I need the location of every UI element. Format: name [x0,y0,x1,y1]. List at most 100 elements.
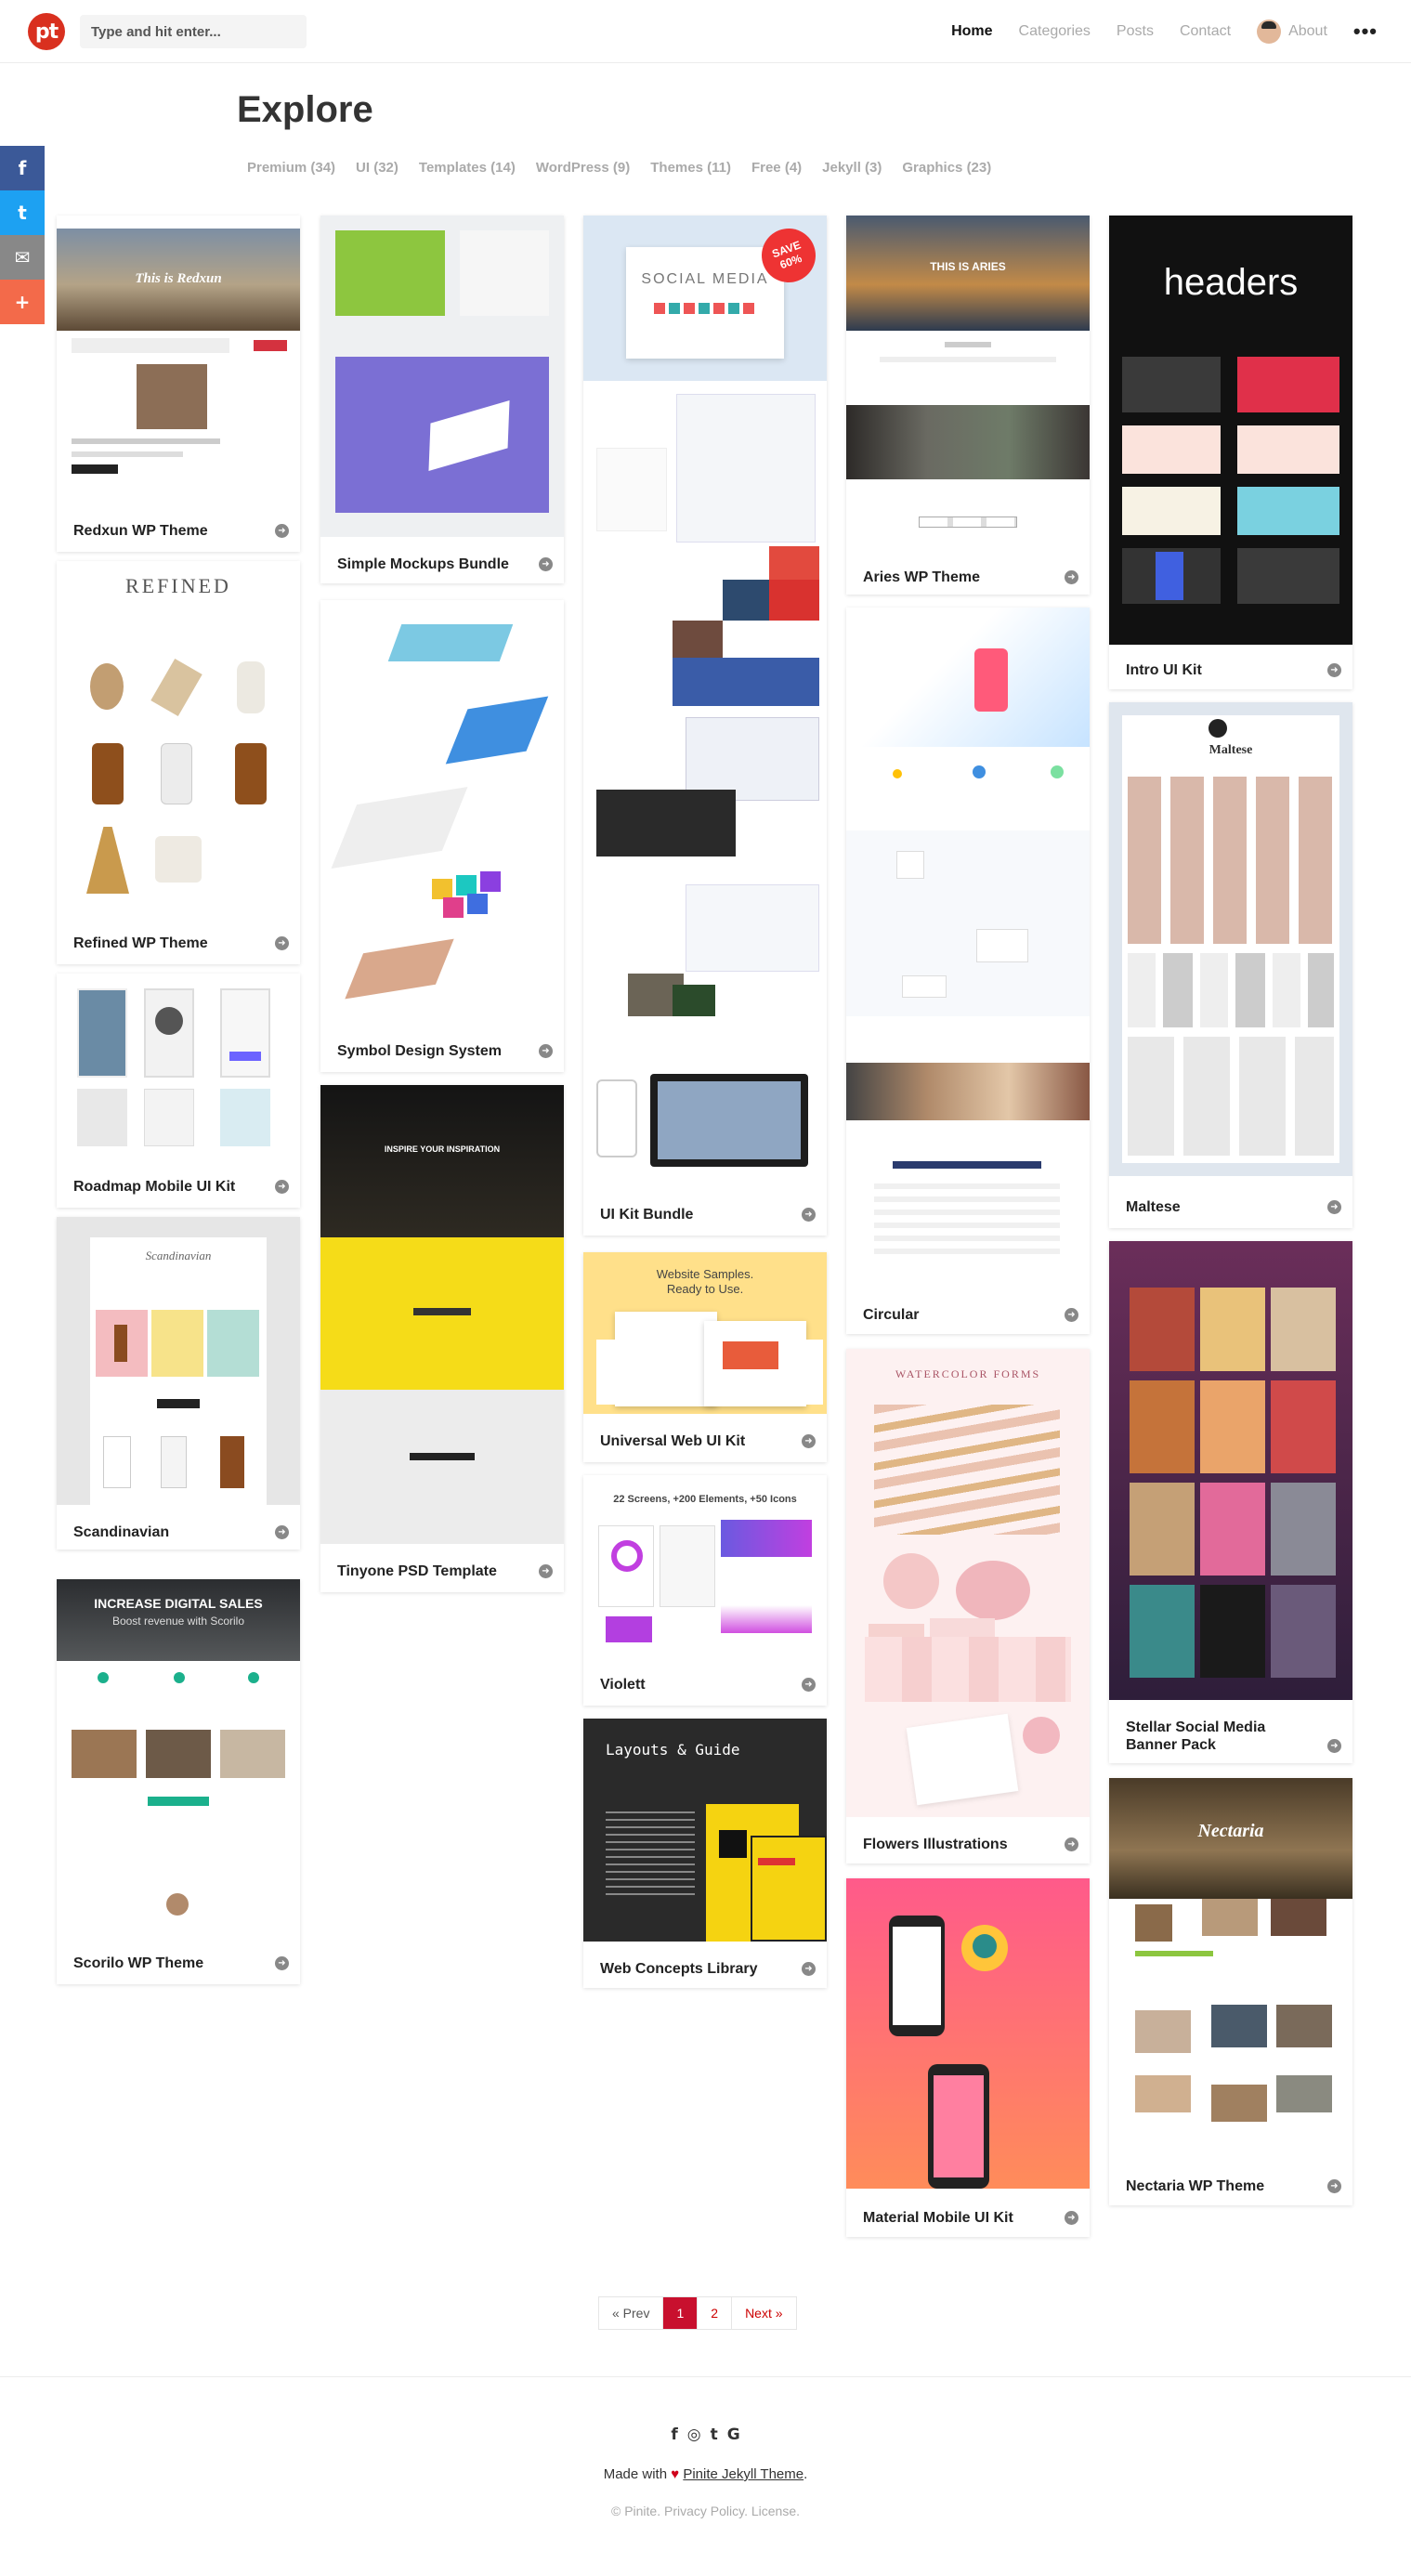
nav-categories-link[interactable]: Categories [1019,23,1091,40]
post-card-intro[interactable]: headers Intro UI Kit ➜ [1109,216,1352,689]
facebook-share-icon[interactable]: f [0,146,45,190]
mail-share-icon[interactable]: ✉ [0,235,45,280]
post-card-nectaria[interactable]: Nectaria Nectaria WP Theme ➜ [1109,1778,1352,2205]
post-card-web-concepts[interactable]: Layouts & Guide Web Concepts Library ➜ [583,1719,827,1988]
thumb-text: Maltese [1208,743,1253,757]
post-thumbnail: Scandinavian [57,1217,300,1505]
post-card-stellar[interactable]: Stellar Social Media Banner Pack ➜ [1109,1241,1352,1763]
nav-posts-link[interactable]: Posts [1117,23,1154,40]
search-input[interactable] [80,15,307,48]
avatar [1257,20,1282,44]
made-with-text: Made with ♥ Pinite Jekyll Theme. [603,2466,808,2482]
post-card-refined[interactable]: REFINED Refined WP Theme ➜ [57,561,300,964]
arrow-icon[interactable]: ➜ [802,1962,816,1976]
post-title: Simple Mockups Bundle [337,556,509,572]
category-free[interactable]: Free (4) [751,160,802,176]
main-nav: Home Categories Posts Contact About ••• [951,0,1378,63]
post-card-symbol[interactable]: Symbol Design System ➜ [320,600,564,1072]
post-thumbnail [1109,1241,1352,1700]
made-with-label: Made with [603,2466,668,2482]
thumb-text: This is Redxun [135,271,222,286]
nav-about-label: About [1288,23,1327,40]
post-thumbnail: This is Redxun [57,216,300,502]
nav-about-link[interactable]: About [1257,20,1327,44]
nav-home-link[interactable]: Home [951,23,992,40]
thumb-text: INSPIRE YOUR INSPIRATION [384,1144,501,1154]
category-premium[interactable]: Premium (34) [247,160,335,176]
arrow-icon[interactable]: ➜ [1065,1837,1078,1851]
category-ui[interactable]: UI (32) [356,160,398,176]
page-2-button[interactable]: 2 [698,2297,733,2329]
arrow-icon[interactable]: ➜ [275,936,289,950]
post-card-ui-kit-bundle[interactable]: SOCIAL MEDIA SAVE 60% UI Kit Bundle ➜ [583,216,827,1236]
site-logo[interactable]: pt [28,13,65,50]
arrow-icon[interactable]: ➜ [539,557,553,571]
category-jekyll[interactable]: Jekyll (3) [822,160,882,176]
arrow-icon[interactable]: ➜ [275,1525,289,1539]
arrow-icon[interactable]: ➜ [1327,663,1341,677]
category-filter: Premium (34) UI (32) Templates (14) Word… [247,160,991,176]
arrow-icon[interactable]: ➜ [802,1678,816,1692]
share-sidebar: f t ✉ + [0,146,45,324]
plus-share-icon[interactable]: + [0,280,45,324]
category-templates[interactable]: Templates (14) [419,160,516,176]
arrow-icon[interactable]: ➜ [275,1180,289,1194]
post-title: Circular [863,1307,920,1323]
thumb-text: REFINED [125,574,231,597]
post-card-flowers[interactable]: WATERCOLOR FORMS Flowers Illustrations ➜ [846,1349,1090,1863]
post-card-violett[interactable]: 22 Screens, +200 Elements, +50 Icons Vio… [583,1475,827,1706]
arrow-icon[interactable]: ➜ [275,1956,289,1970]
arrow-icon[interactable]: ➜ [539,1564,553,1578]
post-thumbnail: Maltese [1109,702,1352,1176]
arrow-icon[interactable]: ➜ [275,524,289,538]
arrow-icon[interactable]: ➜ [1327,2179,1341,2193]
nav-contact-link[interactable]: Contact [1180,23,1231,40]
github-icon[interactable]: ◎ [687,2426,701,2444]
post-card-universal[interactable]: Website Samples. Ready to Use. Universal… [583,1252,827,1462]
next-page-button[interactable]: Next » [732,2297,795,2329]
arrow-icon[interactable]: ➜ [1065,1308,1078,1322]
post-thumbnail [320,216,564,537]
page-title: Explore [237,89,373,130]
post-card-material-mobile[interactable]: Material Mobile UI Kit ➜ [846,1878,1090,2237]
twitter-icon[interactable]: t [711,2426,718,2444]
post-card-redxun[interactable]: This is Redxun Redxun WP Theme ➜ [57,216,300,552]
post-title: Scandinavian [73,1524,170,1540]
arrow-icon[interactable]: ➜ [1327,1200,1341,1214]
arrow-icon[interactable]: ➜ [1065,570,1078,584]
prev-page-button[interactable]: « Prev [599,2297,664,2329]
footer-social-links: f ◎ t G [0,2426,1411,2444]
post-card-tinyone[interactable]: INSPIRE YOUR INSPIRATION Tinyone PSD Tem… [320,1085,564,1592]
post-title: Material Mobile UI Kit [863,2210,1013,2226]
arrow-icon[interactable]: ➜ [1327,1739,1341,1753]
facebook-icon[interactable]: f [671,2426,677,2444]
twitter-share-icon[interactable]: t [0,190,45,235]
post-card-scorilo[interactable]: INCREASE DIGITAL SALES Boost revenue wit… [57,1579,300,1984]
page-1-button[interactable]: 1 [663,2297,699,2329]
post-thumbnail: WATERCOLOR FORMS [846,1349,1090,1817]
post-title: Intro UI Kit [1126,662,1202,678]
post-title: UI Kit Bundle [600,1207,694,1223]
post-title: Violett [600,1677,646,1693]
post-card-scandinavian[interactable]: Scandinavian Scandinavian ➜ [57,1217,300,1550]
category-graphics[interactable]: Graphics (23) [902,160,991,176]
post-title: Stellar Social Media Banner Pack [1126,1720,1266,1753]
arrow-icon[interactable]: ➜ [1065,2211,1078,2225]
post-card-simple-mockups[interactable]: Simple Mockups Bundle ➜ [320,216,564,583]
post-card-circular[interactable]: Circular ➜ [846,608,1090,1334]
post-card-aries[interactable]: THIS IS ARIES Aries WP Theme ➜ [846,216,1090,595]
post-thumbnail: headers [1109,216,1352,645]
more-menu-icon[interactable]: ••• [1353,20,1378,44]
category-wordpress[interactable]: WordPress (9) [536,160,630,176]
post-card-maltese[interactable]: Maltese Maltese ➜ [1109,702,1352,1228]
arrow-icon[interactable]: ➜ [539,1044,553,1058]
google-icon[interactable]: G [727,2426,740,2444]
category-themes[interactable]: Themes (11) [650,160,731,176]
arrow-icon[interactable]: ➜ [802,1208,816,1222]
post-thumbnail: REFINED [57,561,300,914]
thumb-text: 22 Screens, +200 Elements, +50 Icons [613,1494,797,1505]
post-thumbnail: THIS IS ARIES [846,216,1090,548]
theme-link[interactable]: Pinite Jekyll Theme [683,2466,803,2482]
post-card-roadmap[interactable]: Roadmap Mobile UI Kit ➜ [57,974,300,1208]
arrow-icon[interactable]: ➜ [802,1434,816,1448]
